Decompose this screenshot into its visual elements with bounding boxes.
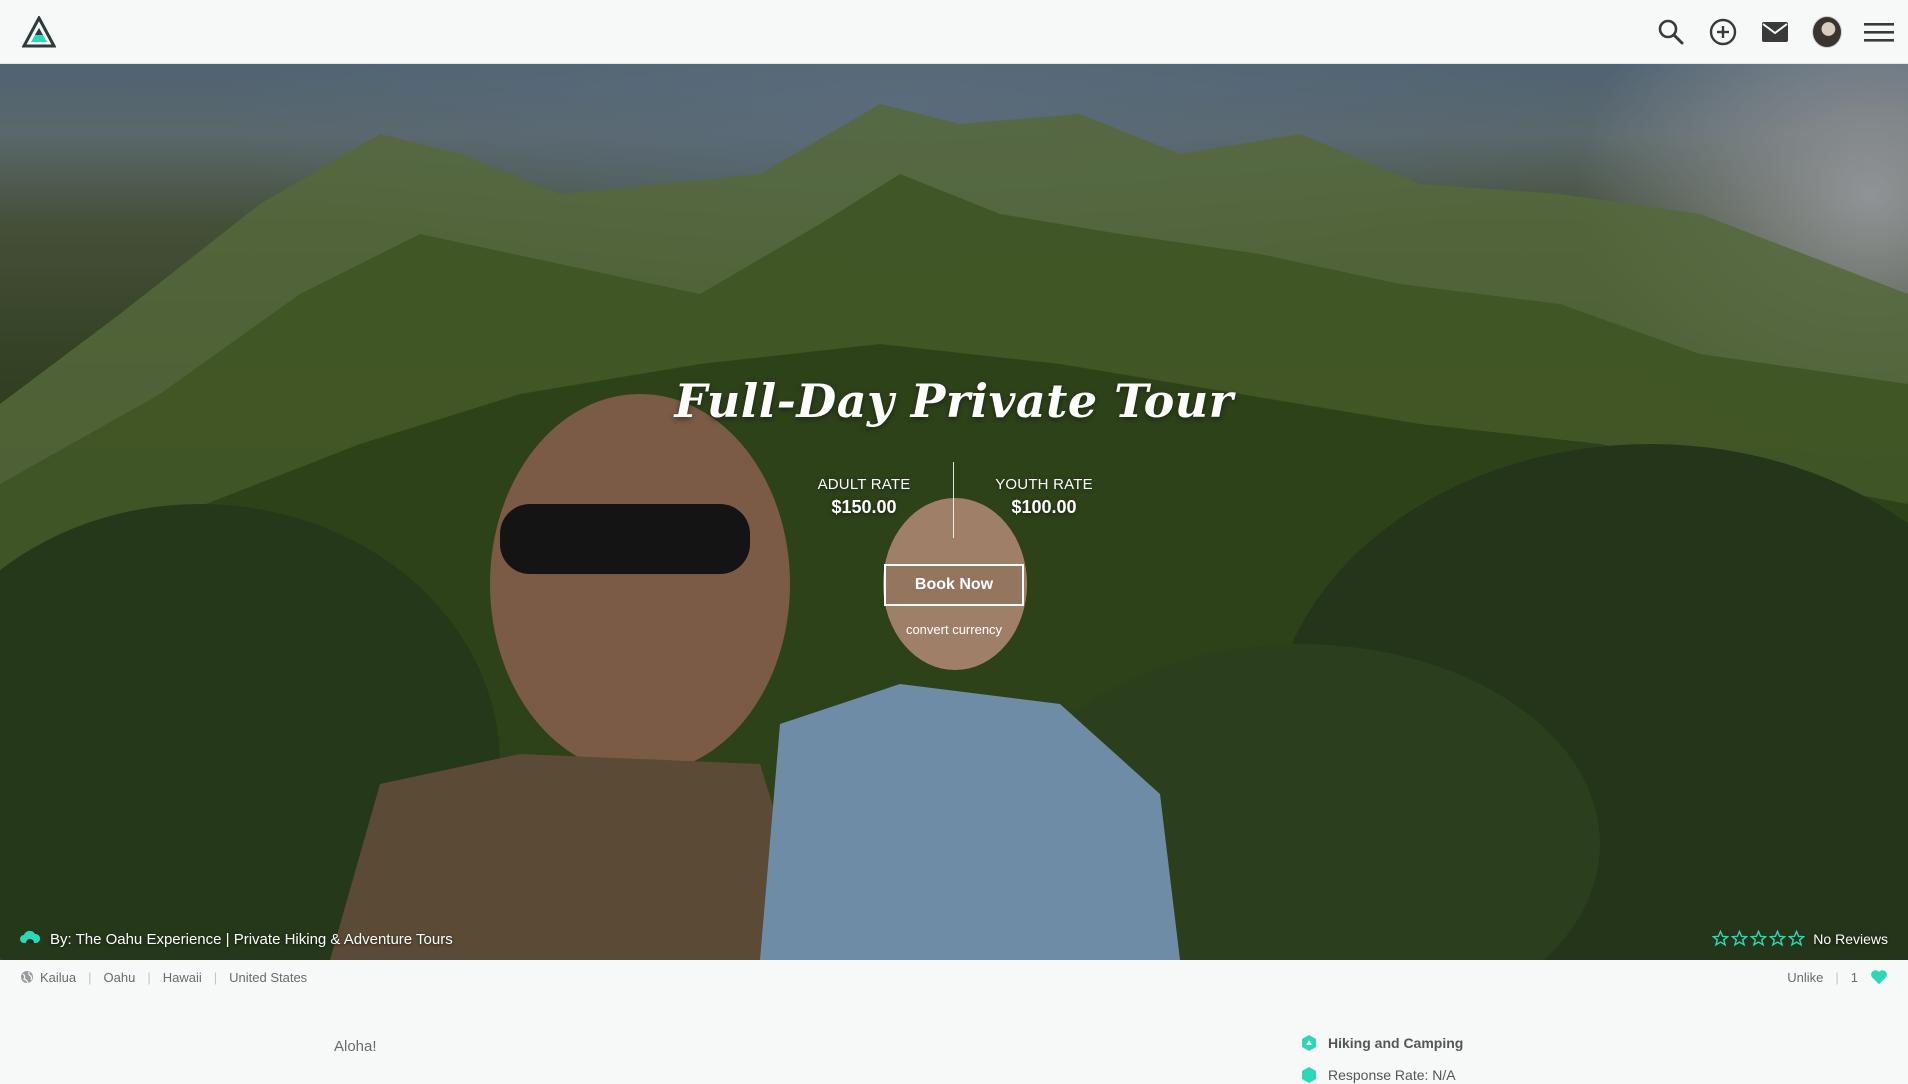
reviews-summary: No Reviews	[1712, 930, 1888, 947]
location-hawaii[interactable]: Hawaii	[163, 970, 202, 985]
star-icon	[1731, 930, 1749, 947]
convert-currency-link[interactable]: convert currency	[0, 622, 1908, 637]
hero-content: Full-Day Private Tour ADULT RATE $150.00…	[0, 64, 1908, 960]
location-kailua[interactable]: Kailua	[40, 970, 76, 985]
book-now-button[interactable]: Book Now	[884, 564, 1024, 606]
mail-icon[interactable]	[1760, 17, 1790, 47]
cloud-icon	[20, 930, 41, 948]
globe-icon	[20, 970, 34, 984]
youth-rate-value: $100.00	[1011, 497, 1077, 517]
response-rate-label: Response Rate: N/A	[1328, 1067, 1456, 1083]
location-breadcrumb: Kailua | Oahu | Hawaii | United States	[0, 960, 1908, 994]
avatar[interactable]	[1812, 16, 1842, 48]
like-separator: |	[1835, 969, 1839, 985]
location-separator: |	[213, 969, 218, 985]
rating-stars	[1712, 930, 1806, 947]
category-icon	[1300, 1034, 1318, 1052]
adult-rate-label: ADULT RATE	[817, 476, 911, 493]
adult-rate-value: $150.00	[831, 497, 897, 517]
response-icon	[1300, 1066, 1318, 1084]
category-label[interactable]: Hiking and Camping	[1328, 1035, 1463, 1051]
youth-rate: YOUTH RATE $100.00	[964, 476, 1124, 518]
location-oahu[interactable]: Oahu	[104, 970, 136, 985]
star-icon	[1788, 930, 1806, 947]
location-separator: |	[147, 969, 151, 985]
star-icon	[1750, 930, 1768, 947]
youth-rate-label: YOUTH RATE	[995, 476, 1093, 493]
nav-icons	[1656, 0, 1894, 64]
top-navbar	[0, 0, 1908, 64]
response-rate-item: Response Rate: N/A	[1300, 1066, 1456, 1084]
adult-rate: ADULT RATE $150.00	[784, 476, 944, 518]
operator-byline[interactable]: By: The Oahu Experience | Private Hiking…	[20, 930, 453, 948]
operator-name[interactable]: By: The Oahu Experience | Private Hiking…	[50, 931, 453, 948]
rate-divider	[953, 462, 954, 538]
reviews-label: No Reviews	[1813, 930, 1888, 947]
like-count: 1	[1850, 969, 1858, 985]
category-item[interactable]: Hiking and Camping	[1300, 1034, 1463, 1052]
hero-banner: Full-Day Private Tour ADULT RATE $150.00…	[0, 64, 1908, 960]
search-icon[interactable]	[1656, 17, 1686, 47]
mountain-logo-icon[interactable]	[21, 14, 57, 48]
location-united-states[interactable]: United States	[229, 970, 307, 985]
like-controls: Unlike | 1	[1787, 960, 1888, 994]
menu-icon[interactable]	[1864, 17, 1894, 47]
unlike-button[interactable]: Unlike	[1787, 970, 1823, 985]
add-circle-icon[interactable]	[1708, 17, 1738, 47]
rates: ADULT RATE $150.00 YOUTH RATE $100.00	[784, 462, 1124, 538]
tour-title: Full-Day Private Tour	[674, 374, 1234, 428]
location-separator: |	[88, 969, 92, 985]
heart-icon[interactable]	[1870, 969, 1888, 985]
star-icon	[1769, 930, 1787, 947]
description-greeting: Aloha!	[334, 1038, 377, 1055]
star-icon	[1712, 930, 1730, 947]
